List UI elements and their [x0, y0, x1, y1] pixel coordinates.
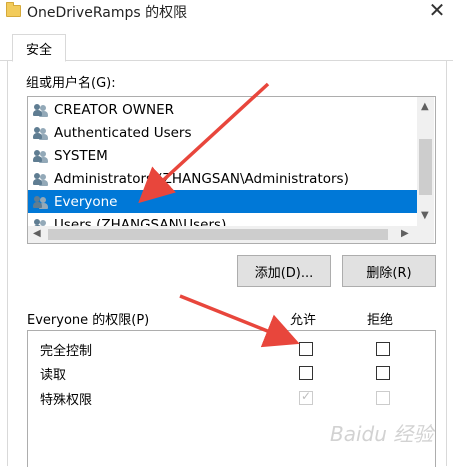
annotation-arrows: [138, 82, 300, 348]
watermark: Baidu 经验: [330, 422, 434, 446]
arrow-to-full-control-icon: [179, 294, 300, 348]
arrow-to-everyone-icon: [138, 82, 270, 204]
